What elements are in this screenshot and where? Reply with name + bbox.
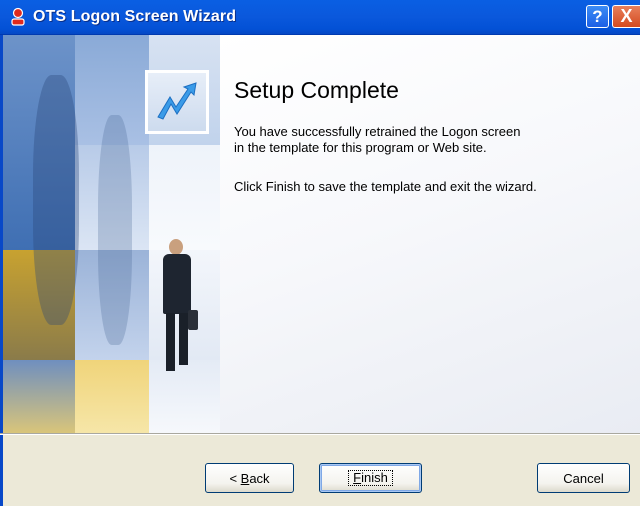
cancel-button[interactable]: Cancel (537, 463, 630, 493)
wizard-content: Setup Complete You have successfully ret… (220, 35, 640, 433)
completion-message: You have successfully retrained the Logo… (234, 124, 629, 156)
completion-line-2: in the template for this program or Web … (234, 140, 487, 155)
back-button-label: < Back (229, 470, 270, 486)
completion-line-1: You have successfully retrained the Logo… (234, 124, 521, 139)
back-button[interactable]: < Back (205, 463, 294, 493)
window-left-border (0, 435, 3, 506)
help-icon: ? (592, 6, 603, 26)
finish-instruction: Click Finish to save the template and ex… (234, 179, 537, 194)
cancel-button-label: Cancel (563, 470, 604, 486)
close-icon: X (620, 6, 633, 26)
page-title: Setup Complete (234, 77, 399, 103)
help-button[interactable]: ? (586, 5, 609, 28)
close-button[interactable]: X (612, 5, 640, 28)
finish-button[interactable]: Finish (319, 463, 422, 493)
title-bar[interactable]: OTS Logon Screen Wizard ? X (0, 0, 640, 35)
finish-button-label: Finish (348, 470, 393, 486)
wizard-logo-icon (157, 82, 197, 120)
wizard-side-image (0, 35, 223, 433)
button-bar: < Back Finish Cancel (0, 435, 640, 506)
window-title: OTS Logon Screen Wizard (33, 8, 237, 25)
app-icon (11, 7, 25, 26)
wizard-window: OTS Logon Screen Wizard ? X Setup Comple… (0, 0, 640, 506)
wizard-logo (145, 70, 209, 134)
